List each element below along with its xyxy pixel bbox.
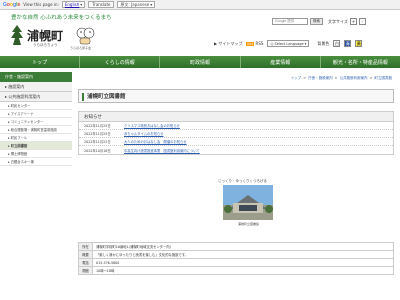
language-select[interactable]: English ▾ <box>61 1 86 8</box>
nav-industry[interactable]: 産業情報 <box>241 56 321 68</box>
original-language-select[interactable]: 原文: Japanese ▾ <box>117 1 156 8</box>
news-link[interactable]: クリスマス特別おはなし会のお知らせ <box>124 123 180 128</box>
news-date: 2022年10月18日 <box>84 148 111 153</box>
info-value: 015-576-5800 <box>92 258 394 267</box>
news-link[interactable]: 赤ちゃんタイムのお知らせ <box>124 131 163 136</box>
nav-living-info[interactable]: くらしの情報 <box>80 56 161 68</box>
info-value: 「楽しく静かにゆったりと読書を楽しむ」文化的な施設です。 <box>92 250 394 259</box>
photo-label: 浦幌町立図書館 <box>238 222 260 226</box>
town-kana: うらほろちょう <box>33 43 58 47</box>
main-content: 浦幌町立図書館 お知らせ 2022年11月25日 クリスマス特別おはなし会のお知ら… <box>78 89 394 275</box>
sidebar: 庁舎・施設案内 ▸ 施設案内 ▸ 公共施設利用案内 ▸ 町民センター ▸ アイス… <box>0 72 72 166</box>
table-row: 所在 浦幌町字桜町16番地1(浦幌町地域交流センター内) <box>78 242 394 251</box>
breadcrumb-item[interactable]: 公共施設利用案内 <box>340 76 368 81</box>
news-row: 2022年11月25日 クリスマス特別おはなし会のお知らせ <box>79 122 393 130</box>
mascot-name: うらほろ男子会 <box>70 46 92 50</box>
breadcrumb-current: 町立図書館 <box>374 76 393 80</box>
sidebar-item-sports-field[interactable]: ▸ 総合運動場・浦幌町営温泉施設 <box>0 126 72 134</box>
bg-blue-button[interactable]: 青 <box>344 40 352 47</box>
news-row: 2022年10月18日 中高生向け読書推進事業 図書館利用案内について <box>79 146 393 154</box>
table-row: 電話 015-576-5800 <box>78 258 394 267</box>
nav-tourism[interactable]: 観光・名所・特産品情報 <box>321 56 400 68</box>
header-links: ▶ サイトマップ RSS RSS ◎ Select Language ▾ 背景色 白… <box>214 40 363 47</box>
sidebar-item-museum[interactable]: ▸ 郷土博物館 <box>0 150 72 158</box>
photo-caption: じっくり・ゆっくりくつろげる <box>218 179 267 183</box>
town-name[interactable]: 浦幌町 <box>27 27 63 44</box>
info-key: 概要 <box>78 250 93 259</box>
chevron-down-icon: ▾ <box>304 41 307 46</box>
news-row: 2022年11月25日 赤ちゃんタイムのお知らせ <box>79 130 393 138</box>
rss-link[interactable]: RSS RSS <box>246 41 263 46</box>
text-size-label: 文字サイズ <box>328 18 348 24</box>
breadcrumb: トップ > 庁舎・施設案内 > 公共施設利用案内 > 町立図書館 <box>290 76 393 81</box>
sidebar-item-public-facilities[interactable]: ▸ 公共施設利用案内 <box>0 92 72 102</box>
chevron-down-icon: ▾ <box>150 2 153 7</box>
header-tools: Google 提供 検索 文字サイズ + - <box>272 18 366 25</box>
tagline: 豊かな自然 心ふれあう未来をつくるまち <box>11 15 112 21</box>
breadcrumb-item[interactable]: トップ <box>291 76 302 81</box>
sidebar-item-ski-area[interactable]: ▸ 白銀台スキー場 <box>0 158 72 166</box>
search-input[interactable]: Google 提供 <box>272 18 308 25</box>
sidebar-item-community-center[interactable]: ▸ コミュニティセンター <box>0 118 72 126</box>
news-box: お知らせ 2022年11月25日 クリスマス特別おはなし会のお知らせ 2022年1… <box>78 111 394 155</box>
sidebar-item-town-center[interactable]: ▸ 町民センター <box>0 102 72 110</box>
news-date: 2022年11月22日 <box>84 140 111 144</box>
sitemap-link[interactable]: ▶ サイトマップ <box>214 41 242 47</box>
info-value: 10時～18時 <box>92 266 394 275</box>
sidebar-head[interactable]: 庁舎・施設案内 <box>0 72 72 82</box>
news-link[interactable]: 大人のためのおはなし会 開催のお知らせ <box>124 139 187 144</box>
mascot-icon <box>76 27 95 45</box>
google-logo: Google <box>3 1 21 8</box>
table-row: 開館 10時～18時 <box>78 266 394 275</box>
info-table: 所在 浦幌町字桜町16番地1(浦幌町地域交流センター内) 概要 「楽しく静かにゆった… <box>78 242 394 275</box>
news-row: 2022年11月22日 大人のためのおはなし会 開催のお知らせ <box>79 138 393 146</box>
info-key: 開館 <box>78 266 93 275</box>
search-button[interactable]: 検索 <box>310 18 323 25</box>
nav-top[interactable]: トップ <box>0 56 81 68</box>
table-row: 概要 「楽しく静かにゆったりと読書を楽しむ」文化的な施設です。 <box>78 250 394 259</box>
rss-icon: RSS <box>246 42 255 46</box>
news-date: 2022年11月25日 <box>84 124 111 128</box>
text-size-down-button[interactable]: - <box>358 18 366 25</box>
bg-white-button[interactable]: 白 <box>333 40 341 47</box>
nav-town-admin[interactable]: 町政情報 <box>160 56 241 68</box>
breadcrumb-item[interactable]: 庁舎・施設案内 <box>308 76 333 81</box>
global-nav: トップ くらしの情報 町政情報 産業情報 観光・名所・特産品情報 <box>0 56 400 68</box>
sidebar-item-ice-arena[interactable]: ▸ アイスアリーナ <box>0 110 72 118</box>
translate-bar: Google View this page in: English ▾ Trans… <box>0 0 400 10</box>
info-value: 浦幌町字桜町16番地1(浦幌町地域交流センター内) <box>92 242 394 251</box>
sidebar-item-facilities[interactable]: ▸ 施設案内 <box>0 82 72 92</box>
bg-yellow-button[interactable]: 黄 <box>355 40 363 47</box>
text-size-up-button[interactable]: + <box>349 18 357 25</box>
page-title: 浦幌町立図書館 <box>78 89 394 103</box>
info-key: 電話 <box>78 258 93 267</box>
sidebar-item-library[interactable]: ▸ 町立図書館 <box>0 142 72 150</box>
news-date: 2022年11月25日 <box>84 132 111 136</box>
chevron-down-icon: ▾ <box>80 2 83 7</box>
globe-icon: ◎ <box>270 41 274 46</box>
view-page-label: View this page in: <box>23 2 59 7</box>
background-color-label: 背景色 <box>317 40 330 46</box>
translate-button[interactable]: Translate <box>88 1 115 8</box>
library-photo <box>223 185 273 220</box>
info-key: 所在 <box>78 242 93 251</box>
news-heading: お知らせ <box>79 112 393 122</box>
news-link[interactable]: 中高生向け読書推進事業 図書館利用案内について <box>124 148 200 153</box>
sidebar-item-pool[interactable]: ▸ 町民プール <box>0 134 72 142</box>
select-language-dropdown[interactable]: ◎ Select Language ▾ <box>267 40 310 47</box>
site-header: 豊かな自然 心ふれあう未来をつくるまち 浦幌町 うらほろちょう うらほろ男子会 … <box>0 10 400 56</box>
town-emblem-icon[interactable] <box>10 24 24 46</box>
